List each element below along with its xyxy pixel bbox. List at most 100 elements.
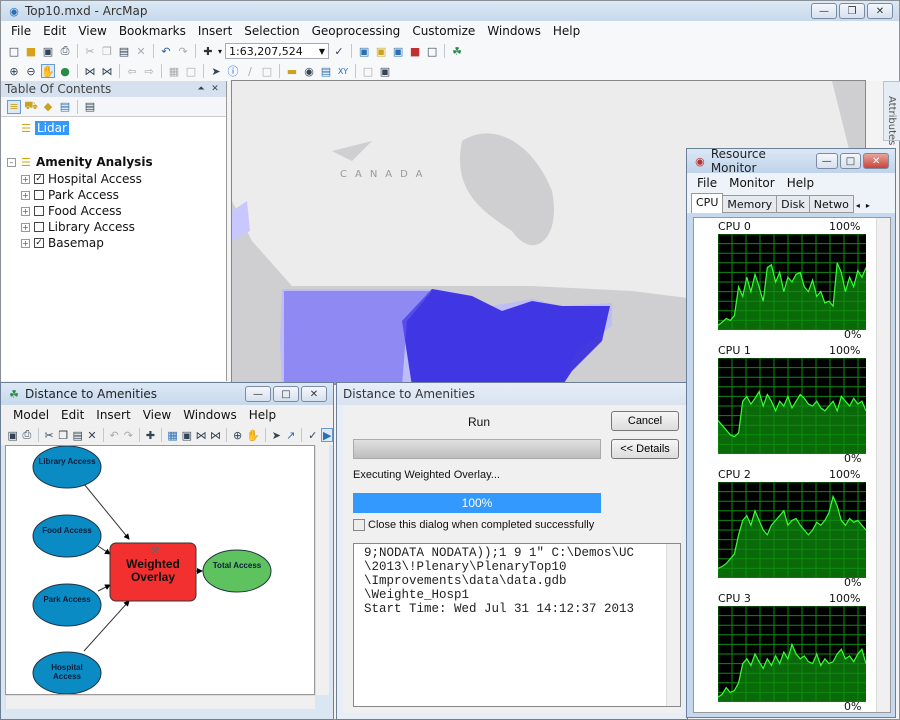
- menu-model[interactable]: Model: [7, 408, 55, 422]
- expand-icon[interactable]: +: [21, 238, 30, 248]
- tab-netwo[interactable]: Netwo: [808, 195, 854, 213]
- menu-bookmarks[interactable]: Bookmarks: [113, 24, 192, 38]
- cut-icon[interactable]: ✂: [43, 428, 54, 442]
- tab-scroll-right-icon[interactable]: ▸: [863, 198, 873, 213]
- time-slider-icon[interactable]: □: [361, 64, 375, 78]
- resmon-scrollbar[interactable]: [876, 218, 890, 712]
- zoom-in-icon[interactable]: ⊕: [7, 64, 21, 78]
- toc-layer-item[interactable]: + ✓ Basemap: [1, 235, 226, 251]
- list-by-visibility-icon[interactable]: ◆: [41, 100, 55, 114]
- fixed-zoom-in-icon[interactable]: ⋈: [196, 428, 207, 442]
- menu-customize[interactable]: Customize: [406, 24, 481, 38]
- run-icon[interactable]: ▶: [321, 428, 334, 442]
- fixed-zoom-out-icon[interactable]: ⋈: [210, 428, 221, 442]
- add-data-icon[interactable]: ✚: [201, 44, 215, 58]
- menu-edit[interactable]: Edit: [37, 24, 72, 38]
- save-icon[interactable]: ▣: [7, 428, 18, 442]
- model-canvas[interactable]: ⚒ Library Access Food Access Park Access Ho…: [5, 445, 315, 695]
- add-data-icon[interactable]: ✚: [145, 428, 156, 442]
- resmon-maximize-button[interactable]: □: [839, 153, 862, 169]
- layer-visibility-checkbox[interactable]: [34, 222, 44, 232]
- fixed-zoom-in-icon[interactable]: ⋈: [83, 64, 97, 78]
- full-extent-icon[interactable]: ▣: [181, 428, 192, 442]
- details-button[interactable]: << Details: [611, 439, 679, 459]
- full-extent-icon[interactable]: ●: [58, 64, 72, 78]
- catalog-icon[interactable]: ▣: [374, 44, 388, 58]
- arctoolbox-icon[interactable]: ■: [408, 44, 422, 58]
- find-icon[interactable]: ◉: [302, 64, 316, 78]
- menu-help[interactable]: Help: [243, 408, 282, 422]
- paste-icon[interactable]: ▤: [117, 44, 131, 58]
- menu-selection[interactable]: Selection: [238, 24, 305, 38]
- paste-icon[interactable]: ▤: [72, 428, 83, 442]
- copy-icon[interactable]: ❐: [100, 44, 114, 58]
- menu-monitor[interactable]: Monitor: [723, 176, 781, 190]
- redo-icon[interactable]: ↷: [176, 44, 190, 58]
- toc-layer-lidar[interactable]: ☰ Lidar: [1, 119, 226, 137]
- toc-layer-item[interactable]: + Library Access: [1, 219, 226, 235]
- editor-icon[interactable]: ✓: [332, 44, 346, 58]
- layer-visibility-checkbox[interactable]: [34, 206, 44, 216]
- menu-file[interactable]: File: [691, 176, 723, 190]
- connect-icon[interactable]: ↗: [285, 428, 296, 442]
- auto-layout-icon[interactable]: ▦: [167, 428, 178, 442]
- toc-layer-item[interactable]: + Food Access: [1, 203, 226, 219]
- model-maximize-button[interactable]: □: [273, 386, 299, 402]
- menu-edit[interactable]: Edit: [55, 408, 90, 422]
- pan-icon[interactable]: ✋: [246, 428, 260, 442]
- menu-insert[interactable]: Insert: [192, 24, 238, 38]
- zoom-in-icon[interactable]: ⊕: [232, 428, 243, 442]
- menu-help[interactable]: Help: [781, 176, 820, 190]
- menu-geoprocessing[interactable]: Geoprocessing: [306, 24, 407, 38]
- menu-view[interactable]: View: [72, 24, 112, 38]
- restore-button[interactable]: ❐: [839, 3, 865, 19]
- identify-icon[interactable]: ⓘ: [226, 64, 240, 78]
- scale-combobox[interactable]: 1:63,207,524 ▼: [225, 43, 330, 59]
- forward-extent-icon[interactable]: ⇨: [142, 64, 156, 78]
- menu-help[interactable]: Help: [547, 24, 586, 38]
- python-window-icon[interactable]: □: [425, 44, 439, 58]
- toc-group-amenity[interactable]: – ☰ Amenity Analysis: [1, 153, 226, 171]
- select-icon[interactable]: ➤: [271, 428, 282, 442]
- expand-icon[interactable]: +: [21, 190, 30, 200]
- select-elements-icon[interactable]: ➤: [209, 64, 223, 78]
- tab-memory[interactable]: Memory: [722, 195, 778, 213]
- tab-cpu[interactable]: CPU: [691, 193, 724, 213]
- toc-layer-item[interactable]: + Park Access: [1, 187, 226, 203]
- list-by-source-icon[interactable]: ⛟: [24, 99, 38, 114]
- open-icon[interactable]: ■: [24, 44, 38, 58]
- close-when-complete-option[interactable]: Close this dialog when completed success…: [353, 519, 594, 531]
- log-scrollbar[interactable]: [666, 544, 680, 706]
- model-hscrollbar[interactable]: [5, 695, 315, 709]
- validate-icon[interactable]: ✓: [307, 428, 318, 442]
- toc-close-icon[interactable]: ✕: [208, 82, 222, 96]
- delete-icon[interactable]: ✕: [134, 44, 148, 58]
- create-viewer-icon[interactable]: ▣: [378, 64, 392, 78]
- layer-visibility-checkbox[interactable]: [34, 190, 44, 200]
- model-close-button[interactable]: ✕: [301, 386, 327, 402]
- cut-icon[interactable]: ✂: [83, 44, 97, 58]
- clear-selection-icon[interactable]: □: [184, 64, 198, 78]
- print-icon[interactable]: ⎙: [21, 428, 32, 442]
- layer-visibility-checkbox[interactable]: ✓: [34, 174, 44, 184]
- measure-icon[interactable]: ▬: [285, 64, 299, 78]
- new-icon[interactable]: □: [7, 44, 21, 58]
- toc-layer-item[interactable]: + ✓ Hospital Access: [1, 171, 226, 187]
- model-minimize-button[interactable]: —: [245, 386, 271, 402]
- modelbuilder-icon[interactable]: ☘: [450, 44, 464, 58]
- html-popup-icon[interactable]: □: [260, 64, 274, 78]
- list-by-drawing-order-icon[interactable]: ≡: [7, 99, 21, 114]
- expand-icon[interactable]: +: [21, 222, 30, 232]
- redo-icon[interactable]: ↷: [123, 428, 134, 442]
- go-to-xy-icon[interactable]: XY: [336, 64, 350, 78]
- resmon-minimize-button[interactable]: —: [815, 153, 838, 169]
- tab-scroll-left-icon[interactable]: ◂: [853, 198, 863, 213]
- menu-windows[interactable]: Windows: [177, 408, 243, 422]
- expand-icon[interactable]: +: [21, 174, 30, 184]
- save-icon[interactable]: ▣: [41, 44, 55, 58]
- search-window-icon[interactable]: ▣: [391, 44, 405, 58]
- copy-icon[interactable]: ❐: [58, 428, 69, 442]
- zoom-out-icon[interactable]: ⊖: [24, 64, 38, 78]
- details-log[interactable]: 9;NODATA NODATA));1 9 1" C:\Demos\UC \201…: [353, 543, 681, 707]
- undo-icon[interactable]: ↶: [159, 44, 173, 58]
